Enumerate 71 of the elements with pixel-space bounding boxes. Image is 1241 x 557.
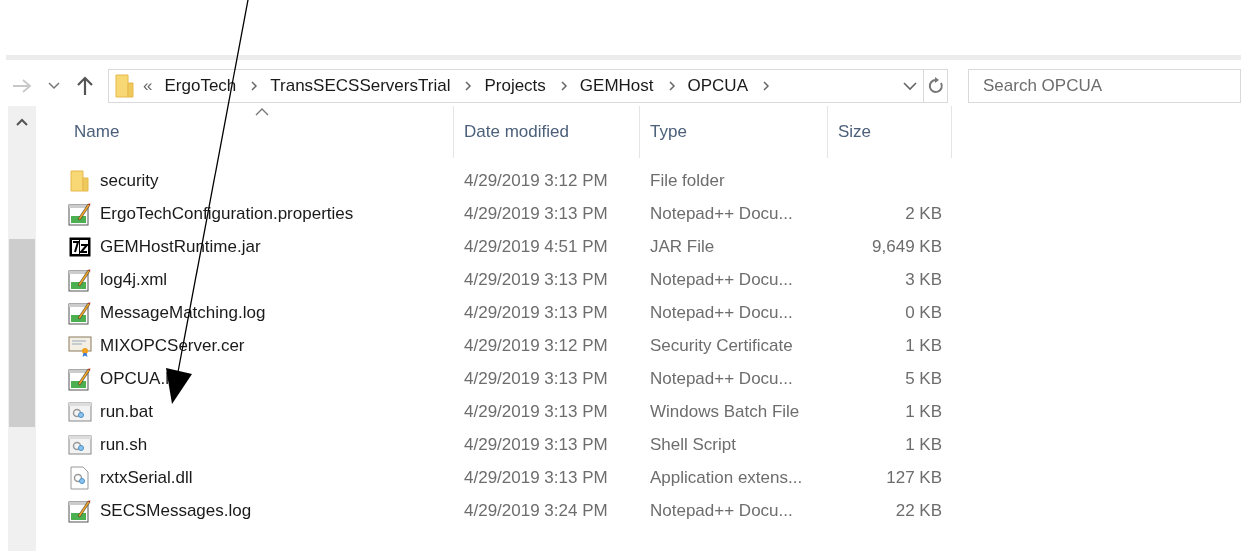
file-type: Shell Script [649,433,737,456]
folder-icon [70,169,90,192]
file-name[interactable]: log4j.xml [100,266,168,293]
column-header[interactable]: Name [56,106,454,158]
chevron-right-icon [762,80,770,92]
file-type: Application extens... [649,466,804,489]
file-type: JAR File [649,235,716,258]
dropdown-chevron-icon[interactable] [48,82,60,90]
file-size: 2 KB [905,202,942,225]
file-type: Notepad++ Docu... [649,367,794,390]
certificate-icon [68,334,92,357]
dropdown-chevron-icon[interactable] [903,81,917,91]
file-size: 1 KB [905,400,942,423]
date-modified: 4/29/2019 3:13 PM [463,202,609,225]
notepad-icon [68,498,92,523]
file-name[interactable]: SECSMessages.log [100,497,252,524]
chevron-right-icon [464,80,473,92]
notepad-icon [68,300,92,325]
file-name[interactable]: run.sh [100,431,148,458]
file-type: File folder [649,169,726,192]
breadcrumb[interactable]: OPCUA [687,73,748,99]
date-modified: 4/29/2019 3:13 PM [463,268,609,291]
file-size: 0 KB [905,301,942,324]
file-size: 3 KB [905,268,942,291]
column-header[interactable]: Size [828,106,952,158]
chevron-right-icon [250,80,259,92]
scrollbar-thumb[interactable] [9,239,35,427]
date-modified: 4/29/2019 3:12 PM [463,169,609,192]
date-modified: 4/29/2019 3:13 PM [463,400,609,423]
file-type: Notepad++ Docu... [649,202,794,225]
notepad-icon [68,366,92,391]
date-modified: 4/29/2019 3:13 PM [463,301,609,324]
notepad-icon [68,267,92,292]
breadcrumb[interactable]: TransSECSServersTrial [270,73,451,99]
date-modified: 4/29/2019 3:13 PM [463,433,609,456]
chevron-right-icon [559,80,568,92]
file-name[interactable]: OPCUA.l [100,365,169,392]
date-modified: 4/29/2019 3:12 PM [463,334,609,357]
file-name[interactable]: security [100,167,159,194]
file-size: 9,649 KB [872,235,942,258]
file-type: Security Certificate [649,334,794,357]
file-name[interactable]: rxtxSerial.dll [100,464,193,491]
file-name[interactable]: run.bat [100,398,153,425]
file-size: 5 KB [905,367,942,390]
date-modified: 4/29/2019 3:13 PM [463,466,609,489]
scroll-up-icon[interactable] [16,118,28,126]
column-header[interactable]: Date modified [454,106,640,158]
notepad-icon [68,201,92,226]
file-size: 1 KB [905,433,942,456]
breadcrumb[interactable]: GEMHost [579,73,654,99]
file-type: Windows Batch File [649,400,801,423]
date-modified: 4/29/2019 3:13 PM [463,367,609,390]
search-field[interactable]: Search OPCUA [968,69,1241,103]
chevron-right-icon [667,80,676,92]
up-arrow-icon[interactable] [76,76,94,96]
folder-icon [115,74,135,98]
date-modified: 4/29/2019 4:51 PM [463,235,609,258]
overflow-chevrons[interactable]: « [143,73,153,99]
refresh-icon[interactable] [927,77,944,95]
breadcrumb[interactable]: Projects [484,73,546,99]
sort-caret-icon [254,108,269,116]
file-size: 127 KB [886,466,942,489]
column-header[interactable]: Type [640,106,828,158]
file-type: Notepad++ Docu... [649,268,794,291]
archive-icon [69,236,91,257]
file-size: 1 KB [905,334,942,357]
file-size: 22 KB [895,499,942,522]
file-type: Notepad++ Docu... [649,499,794,522]
scrollbar[interactable] [8,106,36,551]
file-type: Notepad++ Docu... [649,301,794,324]
date-modified: 4/29/2019 3:24 PM [463,499,609,522]
